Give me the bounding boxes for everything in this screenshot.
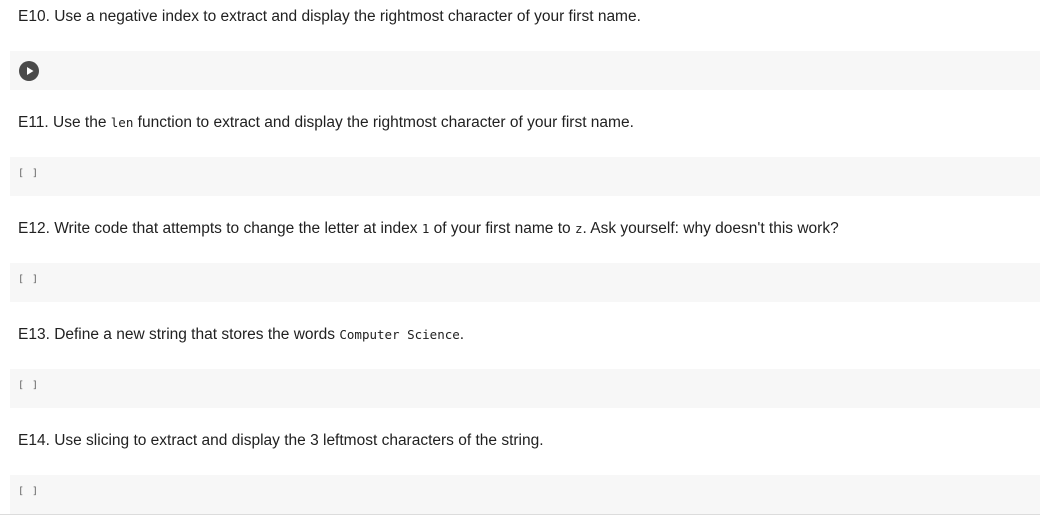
e11-text-part-1: E11. Use the bbox=[18, 114, 111, 131]
code-cell-e10[interactable] bbox=[10, 51, 1040, 90]
cell-execution-prompt: [ ] bbox=[18, 168, 40, 179]
code-cell-e12[interactable]: [ ] bbox=[10, 263, 1040, 302]
run-cell-button[interactable] bbox=[19, 61, 39, 81]
e13-inline-code-string: Computer Science bbox=[339, 327, 460, 342]
e13-text-part-2: . bbox=[459, 326, 465, 343]
e11-inline-code-len: len bbox=[110, 115, 134, 130]
cell-execution-prompt: [ ] bbox=[18, 274, 40, 285]
e10-text: E10. Use a negative index to extract and… bbox=[18, 8, 641, 25]
e11-text-part-2: function to extract and display the righ… bbox=[133, 114, 634, 131]
code-cell-e13[interactable]: [ ] bbox=[10, 369, 1040, 408]
text-cell-e13: E13. Define a new string that stores the… bbox=[18, 325, 464, 345]
play-icon bbox=[27, 67, 34, 75]
e12-text-part-3: . Ask yourself: why doesn't this work? bbox=[582, 220, 839, 237]
e12-text-part-2: of your first name to bbox=[429, 220, 575, 237]
e14-text: E14. Use slicing to extract and display … bbox=[18, 432, 544, 449]
text-cell-e14: E14. Use slicing to extract and display … bbox=[18, 431, 544, 451]
e13-text-part-1: E13. Define a new string that stores the… bbox=[18, 326, 340, 343]
code-cell-e11[interactable]: [ ] bbox=[10, 157, 1040, 196]
text-cell-e12: E12. Write code that attempts to change … bbox=[18, 219, 839, 239]
text-cell-e11: E11. Use the len function to extract and… bbox=[18, 113, 634, 133]
e12-text-part-1: E12. Write code that attempts to change … bbox=[18, 220, 422, 237]
cell-execution-prompt: [ ] bbox=[18, 486, 40, 497]
code-cell-e14[interactable]: [ ] bbox=[10, 475, 1040, 514]
text-cell-e10: E10. Use a negative index to extract and… bbox=[18, 7, 641, 27]
cell-execution-prompt: [ ] bbox=[18, 380, 40, 391]
cell-divider bbox=[0, 514, 1040, 515]
